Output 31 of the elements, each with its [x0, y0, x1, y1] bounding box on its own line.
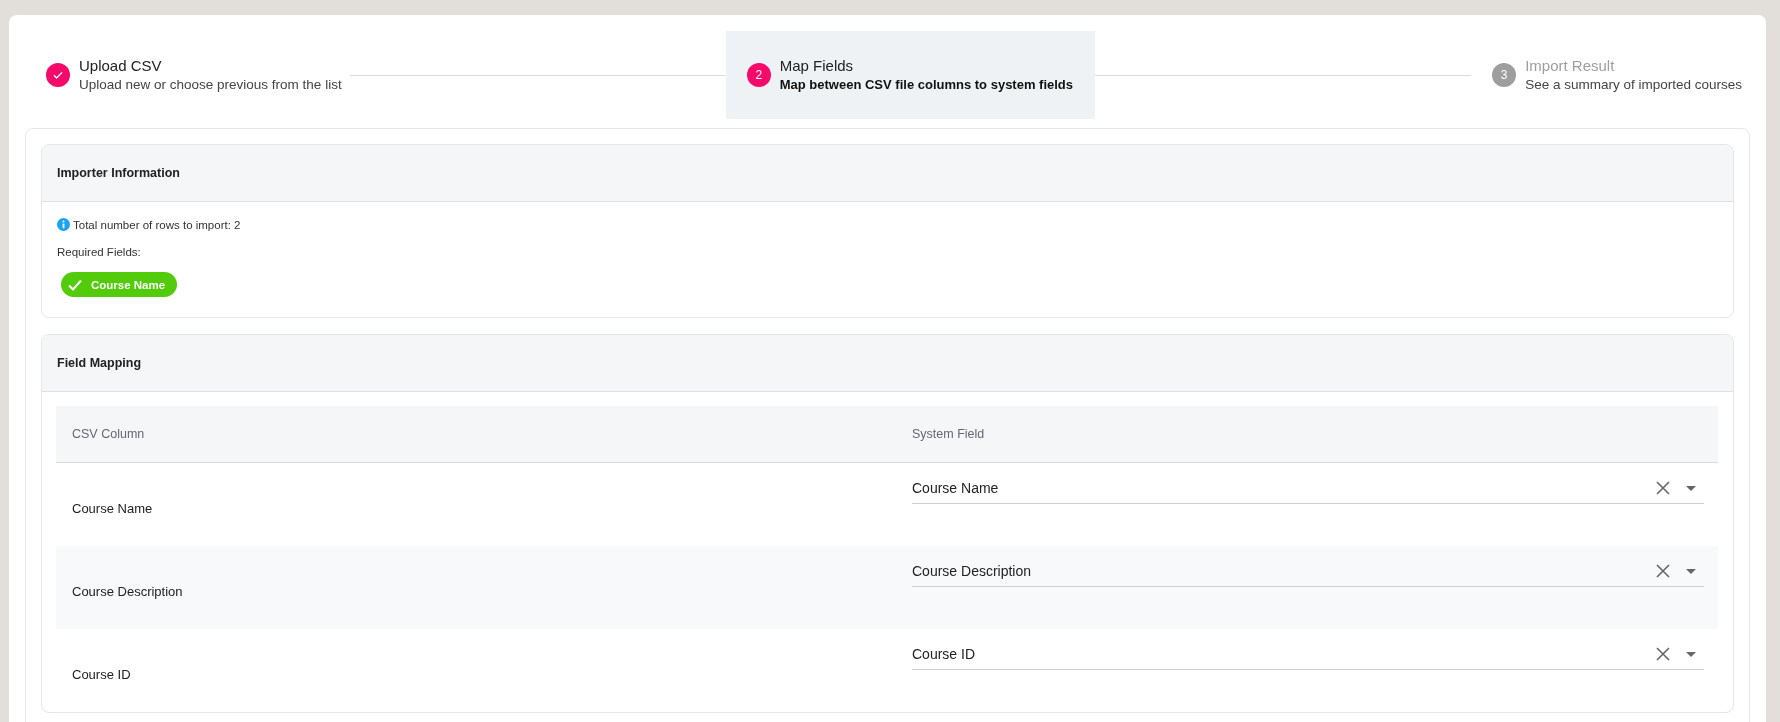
step-subtitle: See a summary of imported courses	[1525, 76, 1742, 94]
column-header: CSV Column	[71, 427, 146, 441]
step-title: Import Result	[1525, 56, 1616, 75]
step-number: 3	[1492, 63, 1517, 87]
step-title: Upload CSV	[79, 56, 163, 75]
system-field-select[interactable]: Course ID	[912, 639, 1704, 670]
step-tab[interactable]: 3 Import Result See a summary of imported courses	[1471, 31, 1750, 119]
caret-icon[interactable]	[1686, 485, 1696, 491]
step-title: Map Fields	[779, 56, 855, 75]
required-fields-label: Required Fields:	[57, 246, 142, 258]
system-field-select[interactable]: Course Description	[912, 556, 1704, 587]
step-subtitle: Map between CSV file columns to system fields	[779, 76, 1074, 94]
clear-icon[interactable]	[1656, 481, 1670, 495]
clear-icon[interactable]	[1656, 564, 1670, 578]
info-icon	[57, 218, 70, 231]
step-number: 2	[746, 63, 771, 87]
caret-icon[interactable]	[1686, 651, 1696, 657]
step-subtitle: Upload new or choose previous from the list	[79, 76, 342, 94]
table-cell-text: Course ID	[71, 666, 132, 682]
system-field-select[interactable]: Course Name	[912, 473, 1704, 504]
caret-icon[interactable]	[1686, 568, 1696, 574]
required-field-tag: Course Name	[61, 272, 178, 297]
step-tab[interactable]: Upload CSV Upload new or choose previous from the list	[25, 31, 350, 119]
card-title: Importer Information	[57, 166, 180, 180]
rows-count-text: Total number of rows to import: 2	[73, 218, 241, 231]
table-cell-text: Course Name	[71, 500, 154, 516]
table-cell-text: Course Description	[71, 583, 184, 599]
clear-icon[interactable]	[1656, 647, 1670, 661]
card-title: Field Mapping	[57, 356, 142, 370]
step-tab[interactable]: 2 Map Fields Map between CSV file columns to system fields	[725, 31, 1096, 119]
column-header: System Field	[911, 427, 986, 441]
